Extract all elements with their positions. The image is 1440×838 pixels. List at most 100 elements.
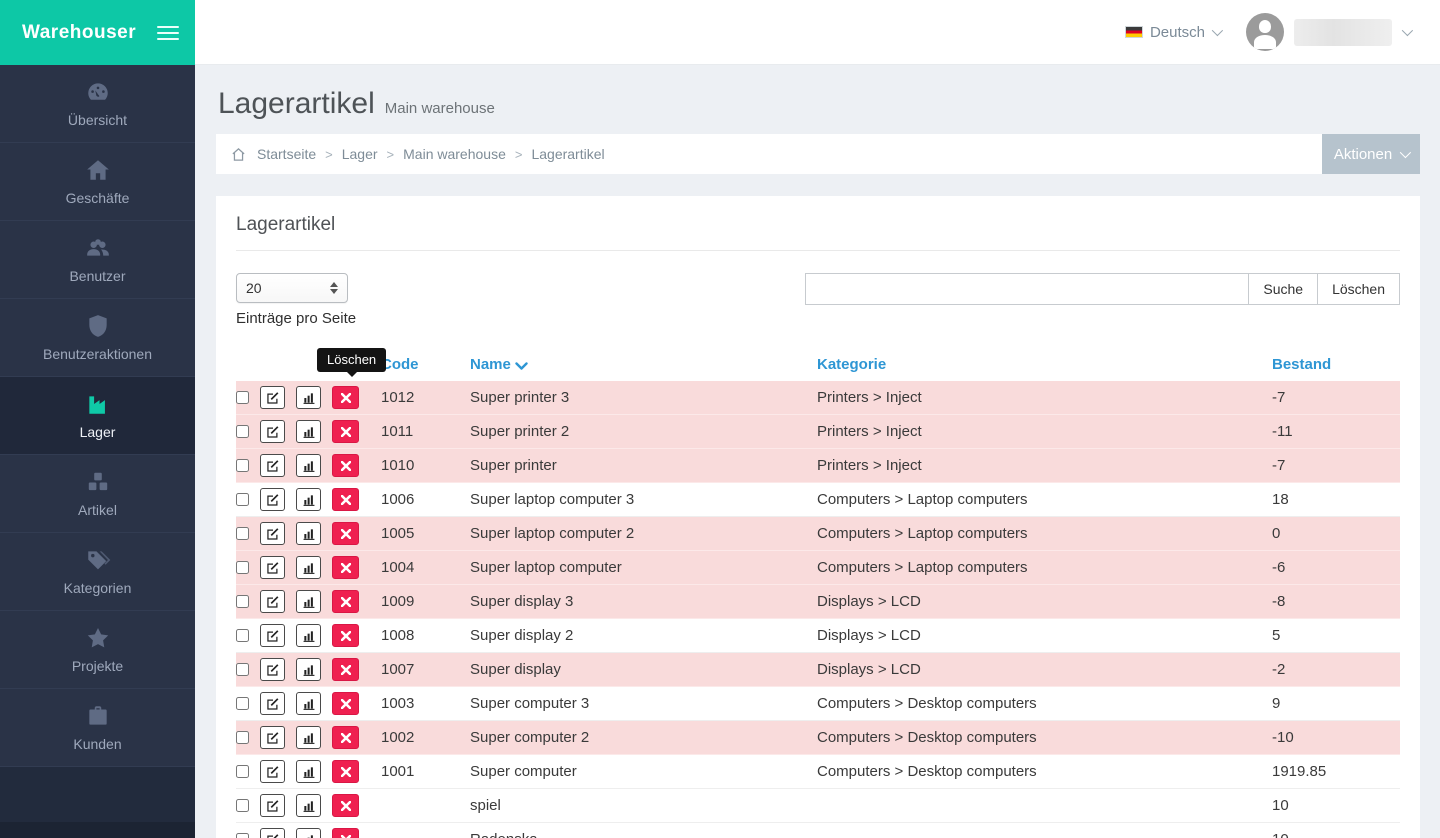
cell-name: Super laptop computer (470, 551, 817, 585)
chart-button[interactable] (296, 624, 321, 647)
edit-button[interactable] (260, 794, 285, 817)
bar-chart-icon (302, 765, 316, 779)
delete-button[interactable] (332, 386, 359, 409)
page-size-value: 20 (246, 280, 262, 296)
chart-button[interactable] (296, 658, 321, 681)
sidebar-item-projekte[interactable]: Projekte (0, 611, 195, 689)
breadcrumb-link-main-warehouse[interactable]: Main warehouse (403, 146, 506, 162)
chart-button[interactable] (296, 386, 321, 409)
column-name[interactable]: Name (470, 347, 817, 381)
delete-button[interactable] (332, 556, 359, 579)
chart-button[interactable] (296, 488, 321, 511)
row-checkbox[interactable] (236, 629, 249, 642)
delete-button[interactable] (332, 420, 359, 443)
row-checkbox[interactable] (236, 799, 249, 812)
cell-stock: -11 (1272, 415, 1400, 449)
clear-search-button[interactable]: Löschen (1317, 273, 1400, 305)
cell-stock: -8 (1272, 585, 1400, 619)
chart-button[interactable] (296, 454, 321, 477)
edit-button[interactable] (260, 488, 285, 511)
cell-category: Computers > Desktop computers (817, 721, 1272, 755)
bar-chart-icon (302, 391, 316, 405)
chart-button[interactable] (296, 556, 321, 579)
breadcrumb-link-startseite[interactable]: Startseite (257, 146, 316, 162)
delete-button[interactable] (332, 794, 359, 817)
x-icon (341, 801, 351, 811)
row-checkbox[interactable] (236, 731, 249, 744)
chart-button[interactable] (296, 590, 321, 613)
row-checkbox[interactable] (236, 663, 249, 676)
row-checkbox[interactable] (236, 595, 249, 608)
chart-button[interactable] (296, 828, 321, 838)
edit-icon (266, 527, 280, 541)
table-row: 1005 Super laptop computer 2 Computers >… (236, 517, 1400, 551)
column-bestand[interactable]: Bestand (1272, 347, 1400, 381)
shield-icon (85, 313, 111, 339)
delete-button[interactable] (332, 760, 359, 783)
edit-button[interactable] (260, 420, 285, 443)
edit-button[interactable] (260, 658, 285, 681)
sidebar-item-uebersicht[interactable]: Übersicht (0, 65, 195, 143)
delete-button[interactable] (332, 658, 359, 681)
delete-button[interactable] (332, 454, 359, 477)
chart-button[interactable] (296, 794, 321, 817)
row-checkbox[interactable] (236, 527, 249, 540)
edit-button[interactable] (260, 624, 285, 647)
delete-button[interactable] (332, 522, 359, 545)
sidebar-item-benutzeraktionen[interactable]: Benutzeraktionen (0, 299, 195, 377)
cell-code: 1002 (381, 721, 470, 755)
main-content: Lagerartikel Main warehouse Startseite >… (195, 65, 1440, 838)
row-checkbox[interactable] (236, 561, 249, 574)
search-input[interactable] (805, 273, 1249, 305)
hamburger-menu-icon[interactable] (157, 22, 179, 44)
delete-button[interactable] (332, 488, 359, 511)
page-title: Lagerartikel (218, 87, 375, 121)
edit-button[interactable] (260, 386, 285, 409)
search-button[interactable]: Suche (1248, 273, 1318, 305)
column-kategorie[interactable]: Kategorie (817, 347, 1272, 381)
edit-button[interactable] (260, 522, 285, 545)
user-menu[interactable] (1246, 13, 1410, 51)
delete-button[interactable] (332, 590, 359, 613)
delete-button[interactable] (332, 692, 359, 715)
sidebar-item-label: Benutzer (69, 268, 125, 284)
row-checkbox[interactable] (236, 765, 249, 778)
chart-button[interactable] (296, 726, 321, 749)
row-checkbox[interactable] (236, 391, 249, 404)
chart-button[interactable] (296, 522, 321, 545)
language-selector[interactable]: Deutsch (1125, 24, 1220, 41)
row-checkbox[interactable] (236, 425, 249, 438)
edit-button[interactable] (260, 828, 285, 838)
edit-button[interactable] (260, 590, 285, 613)
sidebar-item-artikel[interactable]: Artikel (0, 455, 195, 533)
sidebar-item-kategorien[interactable]: Kategorien (0, 533, 195, 611)
breadcrumb-link-lager[interactable]: Lager (342, 146, 378, 162)
table-row: 1011 Super printer 2 Printers > Inject -… (236, 415, 1400, 449)
delete-button[interactable] (332, 726, 359, 749)
chart-button[interactable] (296, 760, 321, 783)
edit-button[interactable] (260, 454, 285, 477)
sidebar-item-kunden[interactable]: Kunden (0, 689, 195, 767)
edit-button[interactable] (260, 726, 285, 749)
row-checkbox[interactable] (236, 697, 249, 710)
page-size-select[interactable]: 20 (236, 273, 348, 303)
column-code[interactable]: Code (381, 347, 470, 381)
row-checkbox[interactable] (236, 833, 249, 838)
chart-button[interactable] (296, 692, 321, 715)
sidebar-item-lager[interactable]: Lager (0, 377, 195, 455)
row-checkbox[interactable] (236, 493, 249, 506)
delete-button[interactable] (332, 624, 359, 647)
sidebar-item-benutzer[interactable]: Benutzer (0, 221, 195, 299)
bar-chart-icon (302, 493, 316, 507)
edit-button[interactable] (260, 556, 285, 579)
edit-button[interactable] (260, 760, 285, 783)
edit-button[interactable] (260, 692, 285, 715)
chart-button[interactable] (296, 420, 321, 443)
aktionen-button[interactable]: Aktionen (1322, 134, 1420, 174)
app-logo[interactable]: Warehouser (22, 22, 136, 44)
x-icon (341, 563, 351, 573)
delete-button[interactable] (332, 828, 359, 838)
row-checkbox[interactable] (236, 459, 249, 472)
sidebar-item-geschaefte[interactable]: Geschäfte (0, 143, 195, 221)
panel-heading: Lagerartikel (236, 214, 1400, 251)
